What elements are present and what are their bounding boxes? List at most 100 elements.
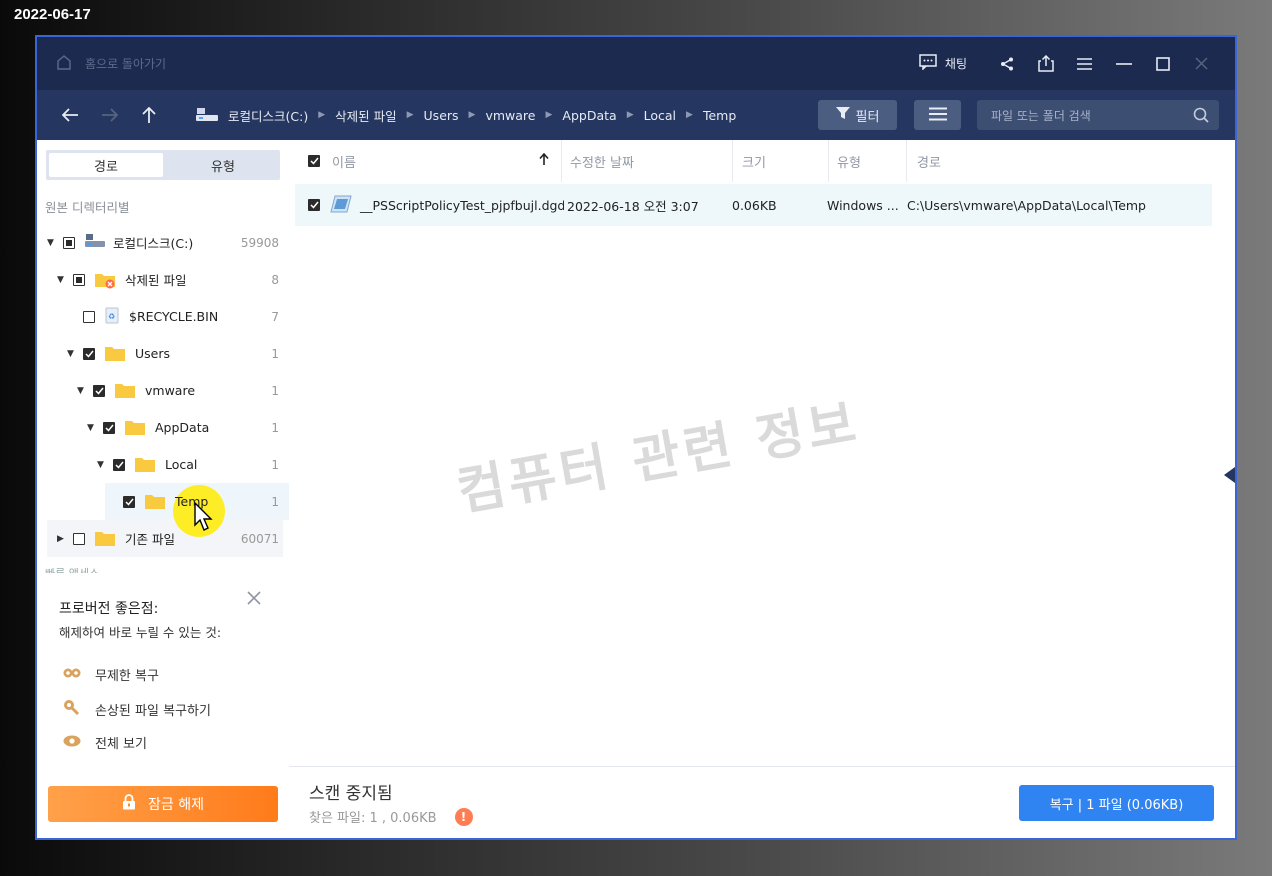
tree-item-count: 1 — [271, 494, 279, 509]
search-input[interactable]: 파일 또는 폴더 검색 — [977, 100, 1219, 130]
breadcrumb-item[interactable]: Users — [424, 108, 459, 123]
tree-item-users[interactable]: ▼ Users 1 — [37, 335, 289, 372]
directory-tree: ▼ 로컬디스크(C:) 59908 ▼ 삭제된 파일 8 ♻ $RECYCLE.… — [37, 224, 289, 557]
folder-icon — [95, 531, 115, 546]
breadcrumb-item[interactable]: vmware — [485, 108, 535, 123]
checkbox[interactable] — [93, 384, 105, 397]
checkbox[interactable] — [103, 421, 115, 434]
found-summary: 찾은 파일: 1 , 0.06KB ! — [309, 807, 473, 826]
powershell-file-icon — [330, 195, 352, 216]
recycle-bin-icon: ♻ — [105, 307, 119, 327]
minimize-icon[interactable] — [1104, 37, 1143, 90]
tree-item-recycle-bin[interactable]: ♻ $RECYCLE.BIN 7 — [37, 298, 289, 335]
content-area: 경로 유형 원본 디렉터리별 ▼ 로컬디스크(C:) 59908 ▼ 삭제된 파… — [37, 140, 1235, 838]
tree-item-count: 1 — [271, 420, 279, 435]
view-menu-button[interactable] — [914, 100, 961, 130]
tree-item-count: 59908 — [240, 235, 279, 250]
file-list-panel: 이름 수정한 날짜 크기 유형 경로 __PSScriptPolicyTest_… — [289, 140, 1235, 838]
column-type[interactable]: 유형 — [836, 140, 907, 182]
tab-path[interactable]: 경로 — [49, 153, 163, 177]
breadcrumb-separator: ▶ — [626, 110, 634, 120]
close-icon[interactable] — [1182, 37, 1221, 90]
deleted-folder-icon — [95, 272, 115, 289]
tree-item-count: 1 — [271, 346, 279, 361]
tree-item-vmware[interactable]: ▼ vmware 1 — [37, 372, 289, 409]
checkbox[interactable] — [83, 347, 95, 360]
checkbox[interactable] — [123, 495, 135, 508]
infinity-icon — [63, 667, 81, 683]
breadcrumb-item-drive[interactable]: 로컬디스크(C:) — [196, 106, 308, 125]
expand-arrow-icon[interactable]: ▼ — [67, 349, 77, 359]
breadcrumb-item[interactable]: 삭제된 파일 — [335, 106, 396, 125]
drive-icon — [196, 106, 218, 125]
folder-icon — [115, 383, 135, 398]
promo-close-icon[interactable] — [247, 590, 263, 606]
collapse-arrow-icon[interactable]: ▶ — [57, 534, 67, 544]
table-row[interactable]: __PSScriptPolicyTest_pjpfbujl.dgd... 202… — [295, 184, 1212, 226]
promo-item-repair: 손상된 파일 복구하기 — [63, 699, 211, 719]
section-label: 원본 디렉터리별 — [45, 200, 130, 215]
nav-bar: 로컬디스크(C:) ▶ 삭제된 파일 ▶ Users ▶ vmware ▶ Ap… — [37, 90, 1235, 140]
tree-item-appdata[interactable]: ▼ AppData 1 — [37, 409, 289, 446]
folder-icon — [135, 457, 155, 472]
sidebar: 경로 유형 원본 디렉터리별 ▼ 로컬디스크(C:) 59908 ▼ 삭제된 파… — [37, 140, 289, 838]
folder-icon — [105, 346, 125, 361]
panel-collapse-icon[interactable] — [1223, 467, 1235, 487]
file-modified: 2022-06-18 오전 3:07 — [567, 198, 699, 214]
maximize-icon[interactable] — [1143, 37, 1182, 90]
breadcrumb-separator: ▶ — [318, 110, 326, 120]
back-icon[interactable] — [51, 90, 90, 140]
home-label: 홈으로 돌아가기 — [85, 57, 167, 71]
breadcrumb-separator: ▶ — [468, 110, 476, 120]
share-icon[interactable] — [987, 37, 1026, 90]
breadcrumb: 로컬디스크(C:) ▶ 삭제된 파일 ▶ Users ▶ vmware ▶ Ap… — [196, 106, 736, 125]
breadcrumb-item[interactable]: Temp — [703, 108, 736, 123]
lock-icon — [122, 794, 136, 814]
tree-item-count: 7 — [271, 309, 279, 324]
tree-item-deleted-files[interactable]: ▼ 삭제된 파일 8 — [37, 261, 289, 298]
column-name[interactable]: 이름 — [299, 140, 562, 182]
checkbox[interactable] — [113, 458, 125, 471]
expand-arrow-icon[interactable]: ▼ — [47, 238, 57, 248]
checkbox[interactable] — [83, 310, 95, 323]
filter-button[interactable]: 필터 — [818, 100, 897, 130]
warning-icon[interactable]: ! — [454, 807, 473, 826]
breadcrumb-item[interactable]: Local — [644, 108, 676, 123]
search-icon[interactable] — [1193, 107, 1209, 126]
recover-button[interactable]: 복구 | 1 파일 (0.06KB) — [1019, 785, 1214, 821]
column-size[interactable]: 크기 — [741, 140, 829, 182]
column-modified[interactable]: 수정한 날짜 — [569, 140, 733, 182]
select-all-checkbox[interactable] — [308, 155, 320, 167]
row-checkbox[interactable] — [308, 199, 320, 211]
checkbox[interactable] — [73, 532, 85, 545]
filter-icon — [835, 106, 850, 124]
promo-item-unlimited: 무제한 복구 — [63, 665, 159, 684]
unlock-button[interactable]: 잠금 해제 — [48, 786, 278, 822]
checkbox[interactable] — [73, 273, 85, 286]
tree-item-local-disk[interactable]: ▼ 로컬디스크(C:) 59908 — [37, 224, 289, 261]
checkbox[interactable] — [63, 236, 75, 249]
file-type: Windows ... — [827, 197, 899, 213]
quick-access-label[interactable]: 빠른 액세스 — [45, 565, 99, 573]
forward-icon[interactable] — [90, 90, 129, 140]
sort-ascending-icon[interactable] — [539, 152, 549, 170]
drive-icon — [85, 234, 105, 251]
expand-arrow-icon[interactable]: ▼ — [97, 460, 107, 470]
tree-item-existing-files[interactable]: ▶ 기존 파일 60071 — [47, 520, 283, 557]
tree-item-label: 기존 파일 — [125, 532, 175, 547]
menu-icon[interactable] — [1065, 37, 1104, 90]
expand-arrow-icon[interactable]: ▼ — [57, 275, 67, 285]
expand-arrow-icon[interactable]: ▼ — [87, 423, 97, 433]
tab-type[interactable]: 유형 — [166, 150, 280, 180]
export-icon[interactable] — [1026, 37, 1065, 90]
file-size: 0.06KB — [732, 197, 777, 213]
breadcrumb-item[interactable]: AppData — [562, 108, 616, 123]
chat-button[interactable]: 채팅 — [919, 54, 967, 73]
expand-arrow-icon[interactable]: ▼ — [77, 386, 87, 396]
home-button[interactable]: 홈으로 돌아가기 — [57, 54, 167, 73]
tree-item-count: 60071 — [240, 531, 279, 546]
up-icon[interactable] — [129, 90, 168, 140]
table-header: 이름 수정한 날짜 크기 유형 경로 — [299, 140, 1210, 182]
column-path[interactable]: 경로 — [916, 140, 1116, 182]
tree-item-local[interactable]: ▼ Local 1 — [37, 446, 289, 483]
